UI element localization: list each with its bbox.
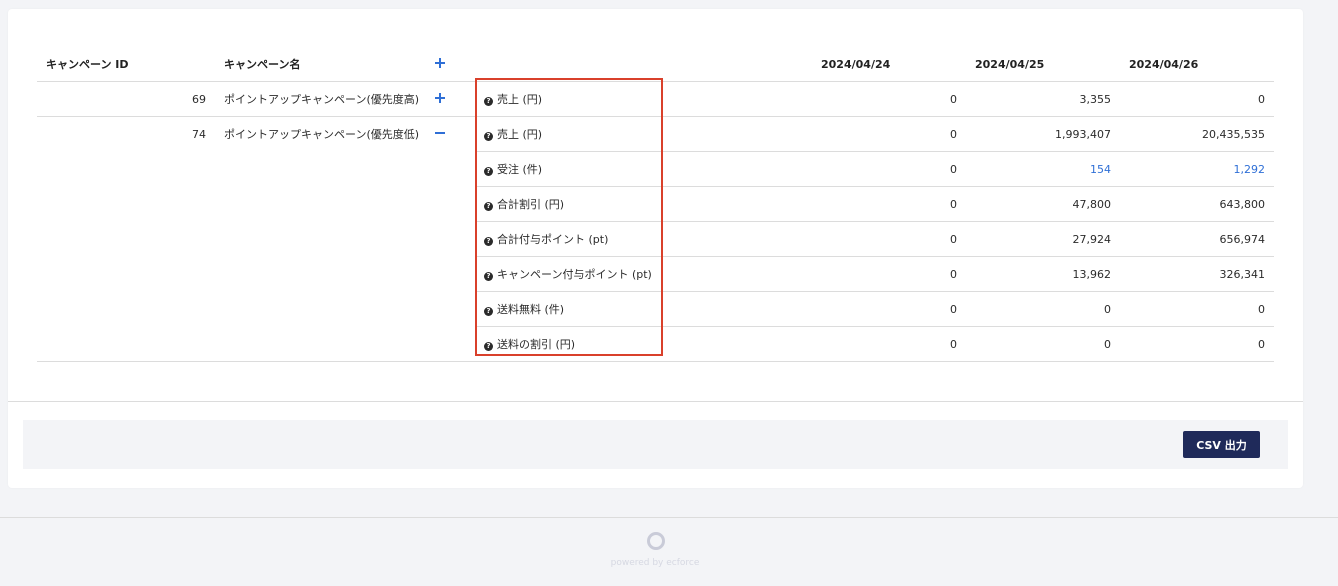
metric-value: 0 xyxy=(812,186,966,222)
help-icon[interactable]: ? xyxy=(484,342,493,351)
footer-divider xyxy=(0,517,1338,518)
metric-label-cell: ? 送料の割引 (円) xyxy=(475,326,812,362)
metric-label-cell: ? 売上 (円) xyxy=(475,116,812,152)
header-date-2: 2024/04/25 xyxy=(966,47,1120,82)
card-divider xyxy=(8,401,1303,402)
table-row: ? キャンペーン付与ポイント (pt) 0 13,962 326,341 xyxy=(37,256,1274,292)
metric-value: 0 xyxy=(812,81,966,117)
metric-label-cell: ? 受注 (件) xyxy=(475,151,812,187)
csv-export-button[interactable]: CSV 出力 xyxy=(1183,431,1260,458)
help-icon[interactable]: ? xyxy=(484,167,493,176)
metric-label: 売上 (円) xyxy=(497,128,543,141)
metric-label: 受注 (件) xyxy=(497,163,543,176)
metric-value: 0 xyxy=(812,326,966,362)
header-date-1: 2024/04/24 xyxy=(812,47,966,82)
help-icon[interactable]: ? xyxy=(484,132,493,141)
metric-value: 0 xyxy=(812,221,966,257)
help-icon[interactable]: ? xyxy=(484,237,493,246)
table-row: ? 送料無料 (件) 0 0 0 xyxy=(37,291,1274,327)
brand-text: powered by ecforce xyxy=(610,558,700,568)
order-count-link[interactable]: 154 xyxy=(966,151,1120,187)
metric-label: 送料の割引 (円) xyxy=(497,338,576,351)
metric-value: 27,924 xyxy=(966,221,1120,257)
metric-value: 0 xyxy=(966,326,1120,362)
order-count-link[interactable]: 1,292 xyxy=(1120,151,1274,187)
help-icon[interactable]: ? xyxy=(484,97,493,106)
metric-value: 13,962 xyxy=(966,256,1120,292)
header-metric xyxy=(475,47,812,82)
campaign-id: 69 xyxy=(37,81,215,117)
metric-label: 合計付与ポイント (pt) xyxy=(497,233,609,246)
plus-icon xyxy=(435,92,445,103)
metric-label-cell: ? 合計付与ポイント (pt) xyxy=(475,221,812,257)
header-date-3: 2024/04/26 xyxy=(1120,47,1274,82)
brand-logo-icon xyxy=(647,532,665,550)
header-campaign-name: キャンペーン名 xyxy=(215,47,426,82)
table-row: 69 ポイントアップキャンペーン(優先度高) ? 売上 (円) 0 3,355 0 xyxy=(37,81,1274,117)
header-campaign-id: キャンペーン ID xyxy=(37,47,215,82)
report-card: キャンペーン ID キャンペーン名 2024/04/24 2024/04/25 … xyxy=(8,9,1303,488)
campaign-id: 74 xyxy=(192,127,206,141)
metric-label: 送料無料 (件) xyxy=(497,303,565,316)
metric-value: 643,800 xyxy=(1120,186,1274,222)
help-icon[interactable]: ? xyxy=(484,272,493,281)
metric-label-cell: ? キャンペーン付与ポイント (pt) xyxy=(475,256,812,292)
expand-row-button[interactable] xyxy=(426,81,475,117)
plus-icon xyxy=(435,57,445,68)
collapse-row-button[interactable] xyxy=(426,117,475,152)
metric-label: キャンペーン付与ポイント (pt) xyxy=(497,268,652,281)
action-bar: CSV 出力 xyxy=(23,420,1288,469)
metric-value: 20,435,535 xyxy=(1120,116,1274,152)
table-row: ? 送料の割引 (円) 0 0 0 xyxy=(37,326,1274,362)
campaign-report-table: キャンペーン ID キャンペーン名 2024/04/24 2024/04/25 … xyxy=(37,47,1274,362)
metric-value: 0 xyxy=(812,116,966,152)
table-row: ? 合計付与ポイント (pt) 0 27,924 656,974 xyxy=(37,221,1274,257)
table-row: ? 合計割引 (円) 0 47,800 643,800 xyxy=(37,186,1274,222)
metric-label: 売上 (円) xyxy=(497,93,543,106)
metric-value: 3,355 xyxy=(966,81,1120,117)
metric-value: 0 xyxy=(966,291,1120,327)
metric-value: 0 xyxy=(812,291,966,327)
metric-value: 0 xyxy=(1120,81,1274,117)
metric-value: 0 xyxy=(1120,326,1274,362)
expand-all-button[interactable] xyxy=(426,47,475,82)
table-row: 74 ポイントアップキャンペーン(優先度低) ? 売上 (円) 0 1,993,4… xyxy=(37,116,1274,152)
metric-value: 1,993,407 xyxy=(966,116,1120,152)
metric-value: 0 xyxy=(812,151,966,187)
help-icon[interactable]: ? xyxy=(484,202,493,211)
metric-label: 合計割引 (円) xyxy=(497,198,565,211)
metric-value: 0 xyxy=(1120,291,1274,327)
table-row: ? 受注 (件) 0 154 1,292 xyxy=(37,151,1274,187)
metric-label-cell: ? 合計割引 (円) xyxy=(475,186,812,222)
metric-value: 47,800 xyxy=(966,186,1120,222)
metric-value: 0 xyxy=(812,256,966,292)
campaign-name: ポイントアップキャンペーン(優先度低) xyxy=(224,128,420,142)
metric-label-cell: ? 売上 (円) xyxy=(475,81,812,117)
minus-icon xyxy=(435,128,445,138)
table-header-row: キャンペーン ID キャンペーン名 2024/04/24 2024/04/25 … xyxy=(37,47,1274,82)
help-icon[interactable]: ? xyxy=(484,307,493,316)
metric-value: 326,341 xyxy=(1120,256,1274,292)
metric-label-cell: ? 送料無料 (件) xyxy=(475,291,812,327)
campaign-name: ポイントアップキャンペーン(優先度高) xyxy=(215,81,426,117)
metric-value: 656,974 xyxy=(1120,221,1274,257)
